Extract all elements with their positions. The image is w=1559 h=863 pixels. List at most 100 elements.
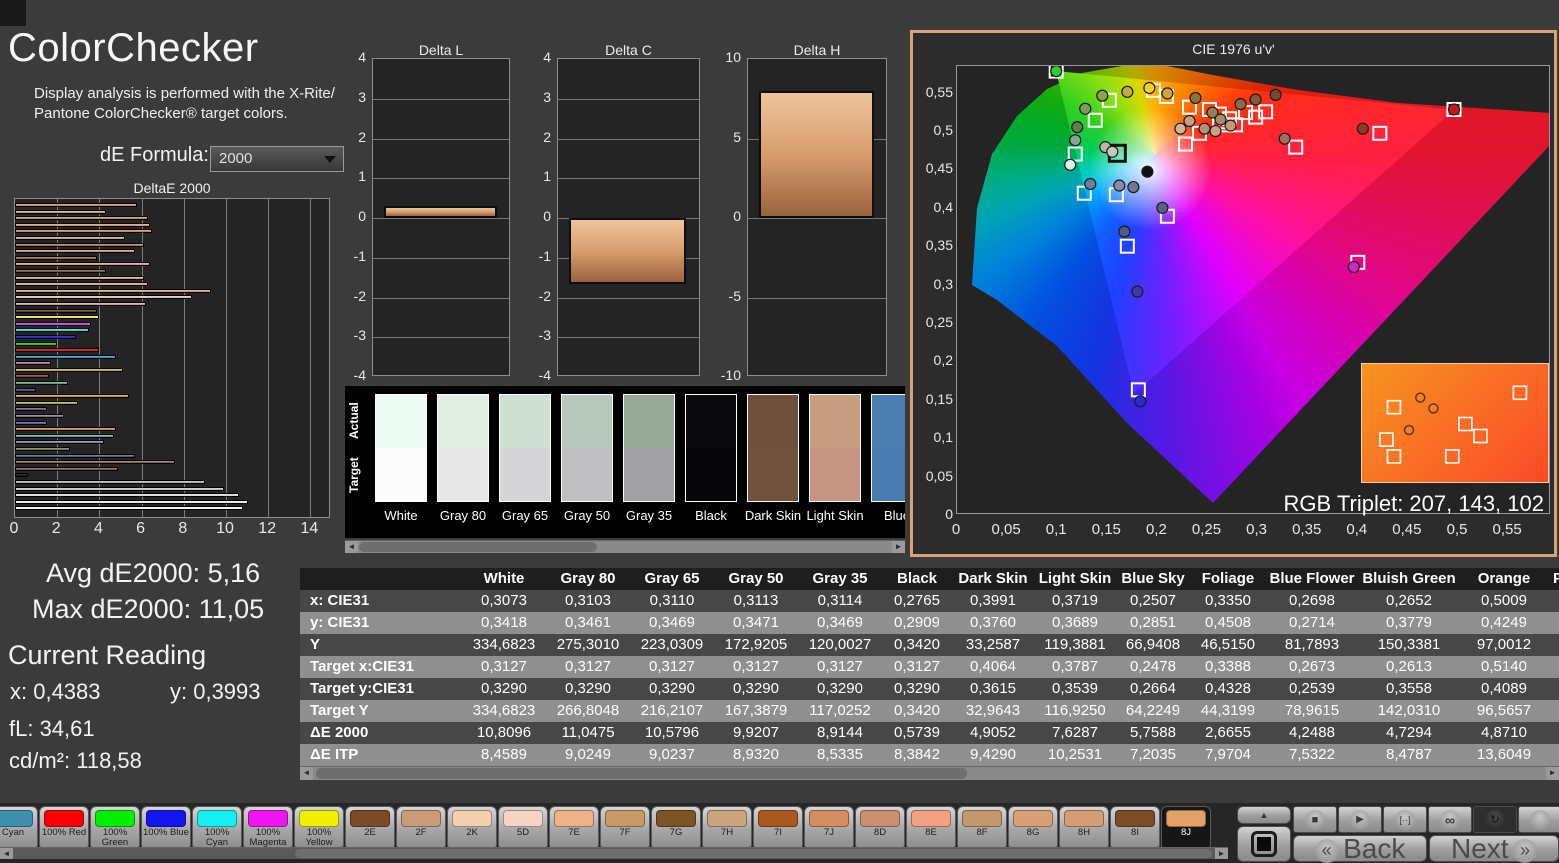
pattern-window-button[interactable] [1237,826,1291,862]
scroll-right-arrow-icon[interactable]: ► [892,541,905,553]
table-cell: 0,3127 [565,658,611,675]
patch-button-8h[interactable]: 8H [1059,806,1109,848]
play-button[interactable]: ▶ [1338,806,1382,833]
scroll-right-arrow-icon[interactable]: ► [1546,767,1559,780]
table-cell: 39,771 [1548,634,1559,656]
table-row: Target Y 334,6823 266,8048 216,2107 167,3879… [300,700,1559,722]
deltae-bar [15,453,136,458]
reading-x: x: 0,4383 [10,679,101,704]
patch-button-7j[interactable]: 7J [804,806,854,848]
cie-target-square [1119,238,1135,254]
deltae-x-tick: 0 [9,520,19,537]
table-cell: 0,2478 [1130,658,1176,675]
blank-button[interactable] [1518,806,1559,833]
table-header-cell: Black [896,570,938,587]
de-formula-dropdown[interactable]: 2000 [210,146,344,172]
infinity-button[interactable]: ∞ [1428,806,1472,833]
cie-y-tick: 0,2 [933,352,953,369]
table-cell: 0,3114 [817,592,863,609]
patch-button-7h[interactable]: 7H [702,806,752,848]
patch-button-7e[interactable]: 7E [549,806,599,848]
table-cell: 0,3127 [649,658,695,675]
play-icon: ▶ [1350,810,1370,830]
cie-x-tick: 0,25 [1191,521,1222,538]
cie-x-tick: 0,1 [1045,521,1067,538]
scroll-left-arrow-icon[interactable]: ◄ [300,767,313,780]
table-cell: 4,9052 [970,724,1016,741]
scrollbar-thumb[interactable] [294,849,1212,858]
patch-button-8g[interactable]: 8G [1008,806,1058,848]
delta-bar [384,206,497,218]
table-cell: 0,3615 [970,680,1016,697]
swatch-gray-80 [437,394,489,502]
scroll-up-button[interactable]: ▲ [1237,806,1291,824]
swatch-actual [376,395,426,448]
patch-button-cyan[interactable]: Cyan [0,806,38,848]
patch-button-100-cyan[interactable]: 100% Cyan [192,806,242,848]
deltae-bar [15,301,146,306]
toolbar-scrollbar[interactable]: ◄ ► [0,847,1228,859]
scroll-left-arrow-icon[interactable]: ◄ [0,848,13,859]
back-button[interactable]: « Back [1293,835,1427,863]
deltae-bar [15,480,205,485]
patch-button-100-red[interactable]: 100% Red [39,806,89,848]
scroll-right-arrow-icon[interactable]: ► [1215,848,1228,859]
delta-y-tick: 3 [543,88,551,105]
patch-button-7g[interactable]: 7G [651,806,701,848]
table-cell: 39,506 [1548,700,1559,722]
patch-color-swatch [1064,810,1104,827]
swatch-label: Gray 50 [563,508,611,523]
swatch-strip-scrollbar[interactable]: ◄ ► [345,540,905,553]
reading-y: y: 0,3993 [170,679,261,704]
patch-button-label: 2F [415,827,427,838]
patch-button-100-blue[interactable]: 100% Blue [141,806,191,848]
patch-button-8d[interactable]: 8D [855,806,905,848]
inset-target-square [1444,449,1460,464]
reading-cdm2: cd/m²: 118,58 [9,748,142,773]
cie-measured-point [1079,102,1092,115]
delta-y-tick: -3 [538,327,551,344]
patch-button-5d[interactable]: 5D [498,806,548,848]
de-formula-label: dE Formula: [100,144,209,166]
table-header-cell: Gray 50 [728,570,784,587]
patch-button-2e[interactable]: 2E [345,806,395,848]
swatch-actual [748,395,798,448]
scrollbar-thumb[interactable] [359,542,597,552]
patch-button-8e[interactable]: 8E [906,806,956,848]
patch-color-swatch [350,810,390,827]
deltae-x-axis: 0 2 4 6 8 10 12 14 [10,520,344,540]
table-header-row: White Gray 80 Gray 65 Gray 50 Gray 35 Black Da… [300,568,1559,590]
patch-button-7i[interactable]: 7I [753,806,803,848]
patch-button-8j[interactable]: 8J [1161,806,1211,848]
cie-measured-point [1224,119,1237,132]
patch-button-2f[interactable]: 2F [396,806,446,848]
stop-button[interactable]: ■ [1293,806,1337,833]
scroll-left-arrow-icon[interactable]: ◄ [345,541,358,553]
next-button[interactable]: Next » [1429,835,1559,863]
patch-button-8f[interactable]: 8F [957,806,1007,848]
deltae-bar [15,328,89,333]
table-header-cell: Gray 80 [560,570,616,587]
table-scrollbar[interactable]: ◄ ► [300,766,1559,780]
patch-button-100-green[interactable]: 100% Green [90,806,140,848]
deltae-bar [15,348,100,353]
table-cell: 0,2673 [1289,658,1335,675]
table-row: ΔE 2000 10,8096 11,0475 10,5796 9,9207 8,9144… [300,722,1559,744]
next-arrow-icon: » [1513,839,1538,863]
patch-button-8i[interactable]: 8I [1110,806,1160,848]
deltae-bar [15,427,117,432]
swatch-actual [562,395,612,448]
swatch-actual [810,395,860,448]
patch-button-label: 8D [873,827,887,838]
patch-button-7f[interactable]: 7F [600,806,650,848]
refresh-button[interactable]: ↻ [1473,806,1517,833]
patch-button-label: 8H [1077,827,1091,838]
table-header-cell: Foliage [1201,570,1255,587]
bracket-button[interactable]: [··] [1383,806,1427,833]
patch-button-100-magenta[interactable]: 100% Magenta [243,806,293,848]
patch-button-label: 8I [1131,827,1139,838]
patch-button-2k[interactable]: 2K [447,806,497,848]
table-cell: 0,2539 [1289,680,1335,697]
scrollbar-thumb[interactable] [316,768,968,779]
patch-button-100-yellow[interactable]: 100% Yellow [294,806,344,848]
